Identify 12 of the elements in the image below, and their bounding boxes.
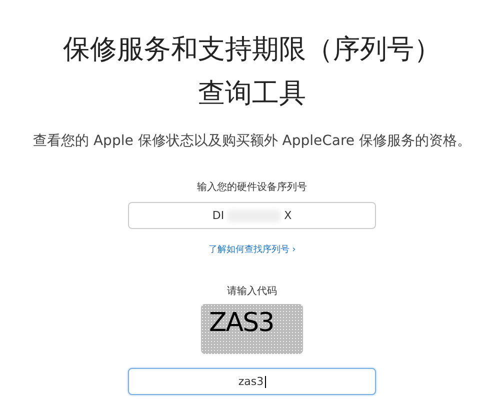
serial-text: X [284, 209, 292, 222]
serial-text: DI [212, 209, 224, 222]
text-cursor [264, 376, 266, 388]
page-title: 查询工具 [198, 77, 306, 111]
serial-number-field[interactable]: DI X [128, 202, 376, 229]
field-label: 输入您的硬件设备序列号 [197, 180, 307, 194]
help-link[interactable]: 了解如何查找序列号 › [208, 243, 296, 256]
description-text: 查看您的 Apple 保修状态以及购买额外 AppleCare 保修服务的资格。 [33, 132, 471, 150]
code-input-field[interactable]: zas3 [128, 368, 376, 395]
page-title: 保修服务和支持期限（序列号） [63, 33, 441, 67]
field-label: 请输入代码 [227, 284, 277, 298]
captcha-text: ZAS3 [208, 308, 275, 338]
